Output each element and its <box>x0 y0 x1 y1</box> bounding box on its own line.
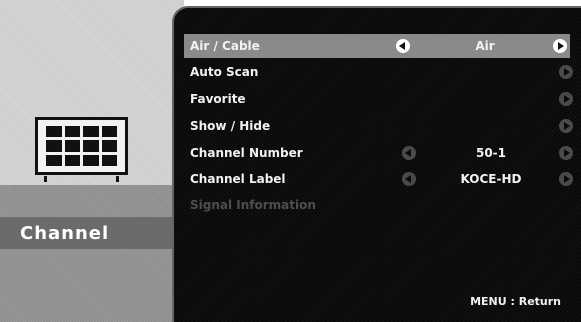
menu-return-hint: MENU : Return <box>470 295 561 308</box>
menu-item-value: 50-1 <box>475 146 507 160</box>
arrow-left-icon[interactable] <box>402 172 416 186</box>
tv-stand-right <box>116 176 119 182</box>
menu-item-value: KOCE-HD <box>460 172 522 186</box>
menu-item-show-hide[interactable]: Show / Hide <box>190 114 573 138</box>
menu-item-signal-information: Signal Information <box>190 193 570 217</box>
arrow-right-icon[interactable] <box>559 172 573 186</box>
menu-item-channel-label[interactable]: Channel Label KOCE-HD <box>190 167 573 191</box>
tv-grid-icon <box>35 117 128 175</box>
arrow-right-icon[interactable] <box>559 65 573 79</box>
arrow-right-icon[interactable] <box>559 119 573 133</box>
menu-item-label: Air / Cable <box>190 39 260 53</box>
sidebar-bottom-panel <box>0 185 184 322</box>
menu-item-value: Air <box>475 39 495 53</box>
arrow-right-icon[interactable] <box>559 146 573 160</box>
menu-item-label: Channel Number <box>190 146 303 160</box>
menu-item-air-cable[interactable]: Air / Cable Air <box>184 34 570 58</box>
menu-item-label: Auto Scan <box>190 65 259 79</box>
arrow-left-icon[interactable] <box>402 146 416 160</box>
arrow-right-icon[interactable] <box>559 92 573 106</box>
menu-item-label: Favorite <box>190 92 246 106</box>
sidebar: Channel <box>0 0 184 322</box>
arrow-right-icon[interactable] <box>553 39 567 53</box>
sidebar-section-label[interactable]: Channel <box>0 217 184 249</box>
tv-stand-left <box>44 176 47 182</box>
arrow-left-icon[interactable] <box>396 39 410 53</box>
channel-menu-panel: Air / Cable Air Auto Scan Favorite Show … <box>172 6 581 322</box>
menu-item-label: Channel Label <box>190 172 286 186</box>
menu-item-label: Show / Hide <box>190 119 271 133</box>
menu-item-auto-scan[interactable]: Auto Scan <box>190 60 573 84</box>
menu-item-channel-number[interactable]: Channel Number 50-1 <box>190 141 573 165</box>
menu-item-favorite[interactable]: Favorite <box>190 87 573 111</box>
menu-item-label: Signal Information <box>190 198 316 212</box>
